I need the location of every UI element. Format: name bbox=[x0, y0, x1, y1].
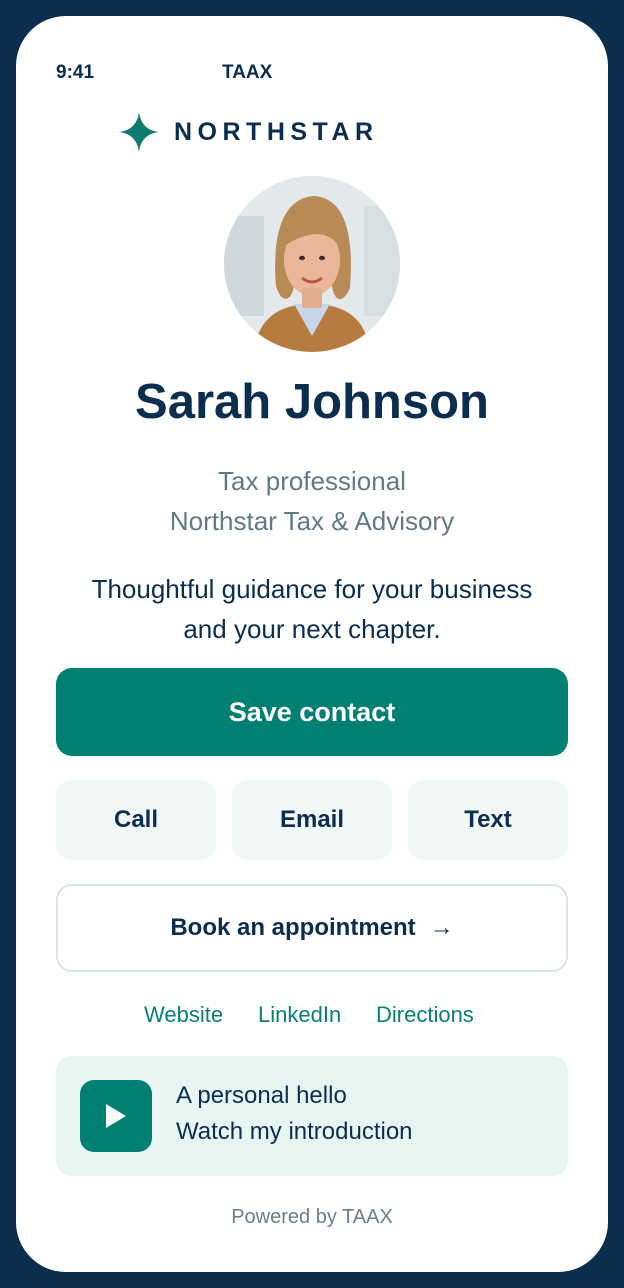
status-time: 9:41 bbox=[56, 62, 95, 83]
linkedin-link[interactable]: LinkedIn bbox=[258, 1002, 341, 1028]
play-icon bbox=[106, 1104, 126, 1128]
website-link[interactable]: Website bbox=[144, 1002, 223, 1028]
profile-company: Northstar Tax & Advisory bbox=[169, 506, 455, 536]
play-button[interactable] bbox=[80, 1080, 152, 1152]
arrow-right-icon: → bbox=[429, 914, 454, 941]
intro-video-card[interactable]: A personal hello Watch my introduction bbox=[56, 1056, 568, 1176]
video-title: A personal hello bbox=[176, 1082, 347, 1109]
powered-by-footer: Powered by TAAX bbox=[231, 1206, 393, 1228]
email-button[interactable]: Email bbox=[232, 780, 392, 860]
save-contact-button[interactable]: Save contact bbox=[56, 668, 568, 756]
brand-logo: NORTHSTAR bbox=[118, 111, 379, 153]
call-button[interactable]: Call bbox=[56, 780, 216, 860]
screen: 9:41 TAAX NORTHSTAR Sarah Johnson Tax pr… bbox=[16, 16, 608, 1272]
profile-name: Sarah Johnson bbox=[135, 375, 489, 429]
book-appointment-button[interactable]: Book an appointment → bbox=[56, 884, 568, 972]
video-subtitle: Watch my introduction bbox=[176, 1118, 413, 1145]
brand-name: NORTHSTAR bbox=[174, 117, 379, 146]
status-carrier: TAAX bbox=[222, 62, 273, 83]
directions-link[interactable]: Directions bbox=[376, 1002, 474, 1028]
avatar bbox=[224, 176, 400, 352]
profile-role: Tax professional bbox=[218, 466, 406, 496]
text-button[interactable]: Text bbox=[408, 780, 568, 860]
phone-frame: 9:41 TAAX NORTHSTAR Sarah Johnson Tax pr… bbox=[0, 0, 624, 1288]
book-appointment-label: Book an appointment bbox=[170, 914, 416, 941]
four-point-star-icon bbox=[119, 112, 159, 152]
profile-bio: Thoughtful guidance for your business an… bbox=[91, 574, 533, 644]
